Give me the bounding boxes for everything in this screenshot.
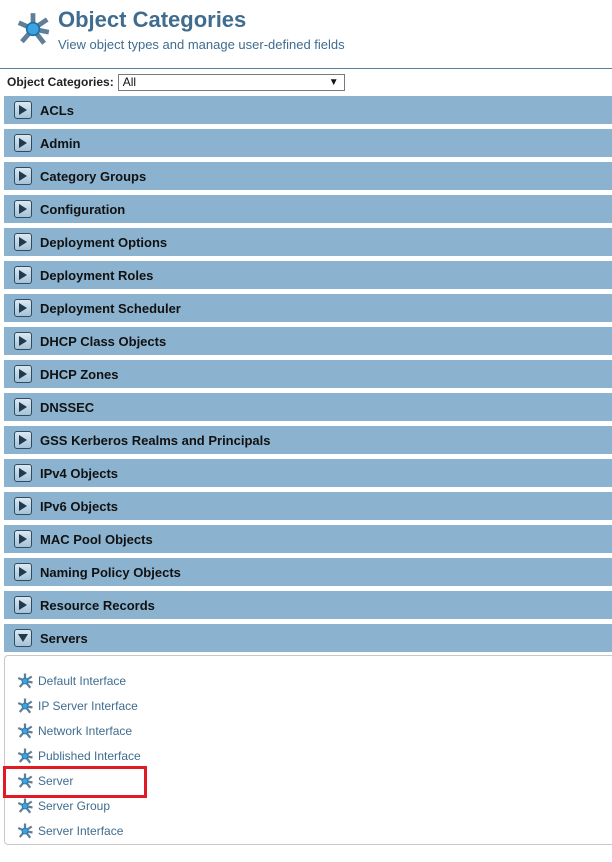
expand-triangle-icon[interactable] — [14, 332, 32, 350]
category-configuration[interactable]: Configuration — [4, 195, 612, 223]
servers-item-published-interface[interactable]: Published Interface — [16, 746, 141, 766]
category-label: Resource Records — [40, 597, 155, 613]
object-type-icon — [17, 747, 34, 764]
object-categories-icon — [14, 10, 52, 48]
object-type-icon — [17, 672, 34, 689]
page-subtitle: View object types and manage user-define… — [58, 37, 345, 52]
servers-item-label[interactable]: Server Group — [38, 799, 110, 813]
category-ipv4-objects[interactable]: IPv4 Objects — [4, 459, 612, 487]
expand-triangle-icon[interactable] — [14, 497, 32, 515]
expand-triangle-icon[interactable] — [14, 266, 32, 284]
category-servers[interactable]: Servers — [4, 624, 612, 652]
category-acls[interactable]: ACLs — [4, 96, 612, 124]
category-label: Configuration — [40, 201, 126, 217]
category-naming-policy-objects[interactable]: Naming Policy Objects — [4, 558, 612, 586]
expand-triangle-icon[interactable] — [14, 101, 32, 119]
category-deployment-options[interactable]: Deployment Options — [4, 228, 612, 256]
category-label: Admin — [40, 135, 81, 151]
category-dhcp-zones[interactable]: DHCP Zones — [4, 360, 612, 388]
servers-item-label[interactable]: Published Interface — [38, 749, 141, 763]
category-filter-select[interactable]: All ▼ — [117, 73, 345, 91]
category-ipv6-objects[interactable]: IPv6 Objects — [4, 492, 612, 520]
category-gss-kerberos-realms-and-principals[interactable]: GSS Kerberos Realms and Principals — [4, 426, 612, 454]
category-label: MAC Pool Objects — [40, 531, 153, 547]
category-dhcp-class-objects[interactable]: DHCP Class Objects — [4, 327, 612, 355]
servers-item-network-interface[interactable]: Network Interface — [16, 721, 132, 741]
servers-item-label[interactable]: Default Interface — [38, 674, 126, 688]
category-dnssec[interactable]: DNSSEC — [4, 393, 612, 421]
dropdown-arrow-icon: ▼ — [328, 76, 339, 88]
servers-item-label[interactable]: IP Server Interface — [38, 699, 138, 713]
collapse-triangle-icon[interactable] — [14, 629, 32, 647]
category-label: IPv6 Objects — [40, 498, 119, 514]
category-label: Servers — [40, 630, 88, 646]
object-type-icon — [17, 722, 34, 739]
category-label: Deployment Scheduler — [40, 300, 181, 316]
servers-object-list: Default Interface IP Server Interface Netw… — [4, 655, 612, 845]
category-label: Category Groups — [40, 168, 147, 184]
filter-selected-value: All — [122, 74, 137, 89]
category-label: ACLs — [40, 102, 74, 118]
expand-triangle-icon[interactable] — [14, 563, 32, 581]
category-deployment-scheduler[interactable]: Deployment Scheduler — [4, 294, 612, 322]
category-label: Deployment Roles — [40, 267, 154, 283]
category-resource-records[interactable]: Resource Records — [4, 591, 612, 619]
servers-item-default-interface[interactable]: Default Interface — [16, 671, 126, 691]
category-label: DHCP Class Objects — [40, 333, 167, 349]
highlight-box — [3, 766, 147, 798]
expand-triangle-icon[interactable] — [14, 167, 32, 185]
expand-triangle-icon[interactable] — [14, 398, 32, 416]
category-label: GSS Kerberos Realms and Principals — [40, 432, 271, 448]
category-label: IPv4 Objects — [40, 465, 119, 481]
category-category-groups[interactable]: Category Groups — [4, 162, 612, 190]
expand-triangle-icon[interactable] — [14, 596, 32, 614]
expand-triangle-icon[interactable] — [14, 200, 32, 218]
filter-label: Object Categories: — [7, 75, 114, 89]
expand-triangle-icon[interactable] — [14, 134, 32, 152]
expand-triangle-icon[interactable] — [14, 365, 32, 383]
expand-triangle-icon[interactable] — [14, 299, 32, 317]
expand-triangle-icon[interactable] — [14, 431, 32, 449]
page-header: Object Categories View object types and … — [0, 0, 612, 69]
expand-triangle-icon[interactable] — [14, 530, 32, 548]
expand-triangle-icon[interactable] — [14, 233, 32, 251]
servers-item-server-interface[interactable]: Server Interface — [16, 821, 123, 841]
servers-item-label[interactable]: Server Interface — [38, 824, 123, 838]
page-title: Object Categories — [58, 7, 247, 32]
servers-item-label[interactable]: Network Interface — [38, 724, 132, 738]
category-list: ACLs Admin Category Groups Configuration Dep… — [4, 96, 612, 657]
category-mac-pool-objects[interactable]: MAC Pool Objects — [4, 525, 612, 553]
expand-triangle-icon[interactable] — [14, 464, 32, 482]
category-label: Naming Policy Objects — [40, 564, 181, 580]
object-type-icon — [17, 822, 34, 839]
category-filter: Object Categories: All ▼ — [7, 73, 345, 91]
category-label: DNSSEC — [40, 399, 95, 415]
servers-item-server-group[interactable]: Server Group — [16, 796, 110, 816]
servers-item-ip-server-interface[interactable]: IP Server Interface — [16, 696, 138, 716]
category-admin[interactable]: Admin — [4, 129, 612, 157]
object-type-icon — [17, 797, 34, 814]
category-label: Deployment Options — [40, 234, 168, 250]
object-type-icon — [17, 697, 34, 714]
category-label: DHCP Zones — [40, 366, 119, 382]
category-deployment-roles[interactable]: Deployment Roles — [4, 261, 612, 289]
